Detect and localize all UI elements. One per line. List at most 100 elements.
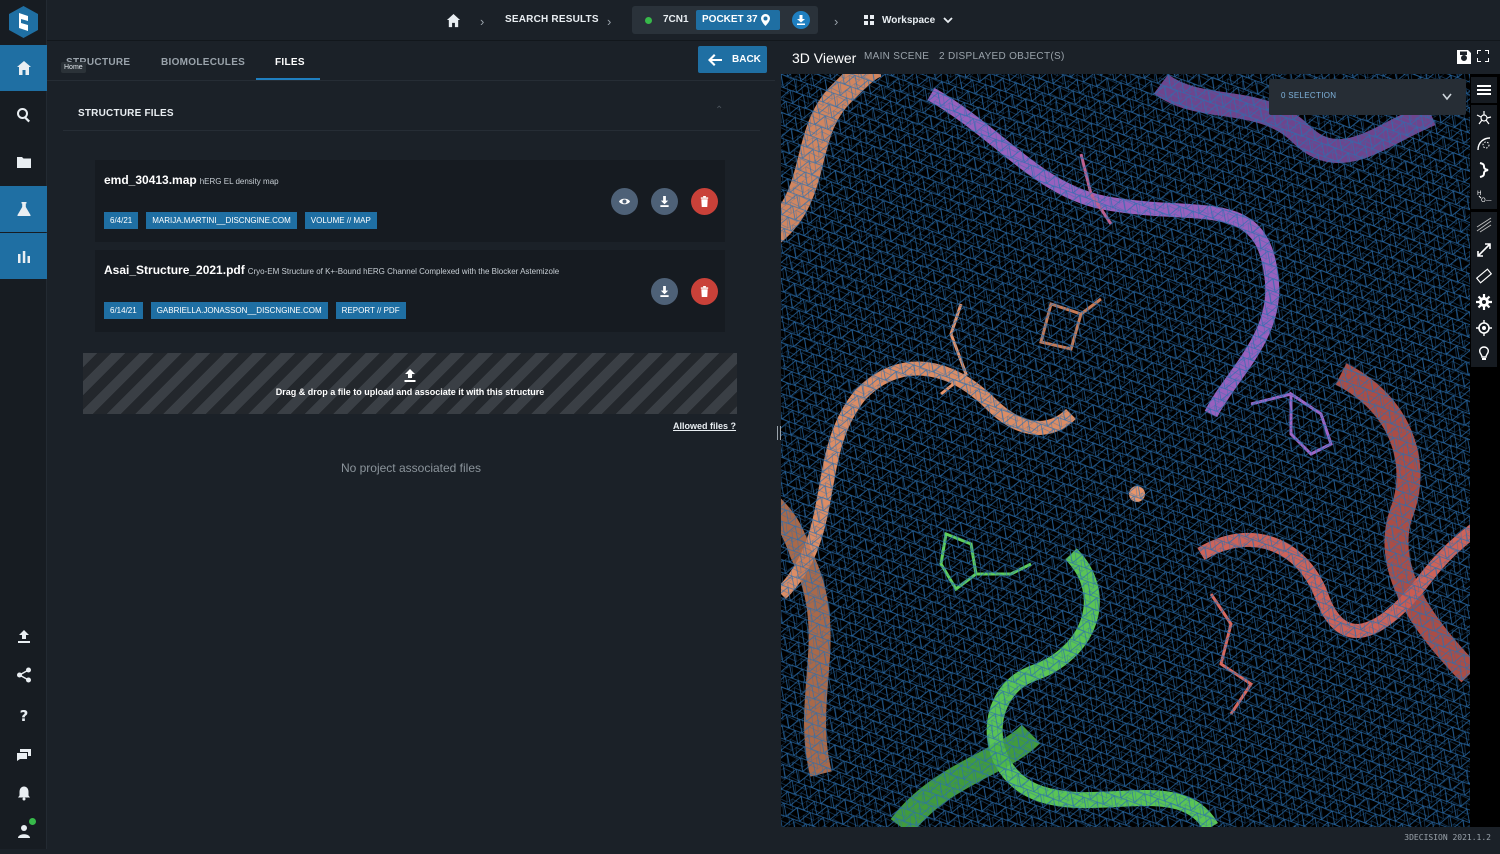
delete-file-button[interactable] xyxy=(691,278,718,305)
empty-state-text: No project associated files xyxy=(340,461,482,475)
chevron-right-icon: › xyxy=(480,14,485,29)
workspace-grid-icon xyxy=(864,15,874,25)
file-card: Asai_Structure_2021.pdf Cryo-EM Structure… xyxy=(95,250,725,332)
sidebar-item-home[interactable] xyxy=(0,45,47,91)
fullscreen-icon[interactable] xyxy=(1477,50,1489,62)
chevron-up-icon[interactable]: ⌃ xyxy=(715,105,723,116)
workspace-selector[interactable]: Workspace xyxy=(882,15,935,26)
molecule-button[interactable] xyxy=(1471,105,1497,131)
center-button[interactable] xyxy=(1471,315,1497,341)
scene-name[interactable]: MAIN SCENE xyxy=(864,51,929,62)
measure-button[interactable] xyxy=(1471,263,1497,289)
status-dot xyxy=(645,17,652,24)
allowed-files-link[interactable]: Allowed files ? xyxy=(673,421,736,431)
surface-button[interactable] xyxy=(1471,131,1497,157)
download-structure-button[interactable] xyxy=(792,11,810,29)
download-icon xyxy=(660,286,669,297)
upload-icon xyxy=(17,630,30,643)
files-panel: STRUCTURE BIOMOLECULES FILES BACK STRUCT… xyxy=(47,41,775,827)
displayed-objects[interactable]: 2 DISPLAYED OBJECT(S) xyxy=(939,51,1065,62)
back-button[interactable]: BACK xyxy=(698,46,767,73)
pocket-label: POCKET 37 xyxy=(702,14,758,25)
sidebar-item-search[interactable] xyxy=(0,92,47,138)
download-file-button[interactable] xyxy=(651,278,678,305)
file-name[interactable]: Asai_Structure_2021.pdf xyxy=(104,263,245,277)
chevron-right-icon: › xyxy=(834,14,839,29)
breadcrumb-search-results[interactable]: SEARCH RESULTS xyxy=(505,14,599,25)
selection-dropdown[interactable]: 0 SELECTION xyxy=(1269,79,1466,115)
arrow-left-icon xyxy=(708,53,722,66)
pocket-button[interactable]: POCKET 37 xyxy=(696,10,780,30)
file-card: emd_30413.map hERG EL density map 6/4/21 … xyxy=(95,160,725,242)
panel-tabs: STRUCTURE BIOMOLECULES FILES BACK xyxy=(47,41,775,81)
search-icon xyxy=(16,108,30,123)
allowed-files-label: Allowed files xyxy=(673,421,729,431)
app-logo-icon[interactable] xyxy=(9,6,38,38)
online-status-dot xyxy=(29,818,36,825)
tab-biomolecules[interactable]: BIOMOLECULES xyxy=(161,57,245,68)
user-tag: GABRIELLA.JONASSON__DISCNGINE.COM xyxy=(150,302,328,319)
breadcrumb-home-icon[interactable] xyxy=(446,13,461,28)
file-name[interactable]: emd_30413.map xyxy=(104,173,197,187)
svg-text:O—H: O—H xyxy=(1481,197,1492,204)
date-tag: 6/4/21 xyxy=(104,212,139,229)
menu-button[interactable] xyxy=(1471,77,1497,103)
dropzone-text: Drag & drop a file to upload and associa… xyxy=(275,387,545,397)
save-icon[interactable] xyxy=(1457,50,1471,64)
chevron-right-icon: › xyxy=(607,14,612,29)
viewer-toolbar: HO—H xyxy=(1470,74,1500,827)
density-mesh xyxy=(781,74,1470,827)
download-icon xyxy=(660,196,669,207)
resize-icon xyxy=(1477,243,1491,257)
lighting-button[interactable] xyxy=(1471,341,1497,367)
settings-button[interactable] xyxy=(1471,289,1497,315)
flask-icon xyxy=(17,202,30,216)
molecule-render xyxy=(781,74,1470,827)
bar-chart-icon xyxy=(17,251,30,263)
viewer-title: 3D Viewer xyxy=(792,50,857,66)
share-icon xyxy=(16,667,31,683)
help-icon: ? xyxy=(19,707,28,723)
resize-button[interactable] xyxy=(1471,237,1497,263)
structure-id[interactable]: 7CN1 xyxy=(663,14,689,25)
ligand-icon: HO—H xyxy=(1477,190,1492,204)
download-file-button[interactable] xyxy=(651,188,678,215)
upload-icon xyxy=(404,369,416,382)
file-title: emd_30413.map hERG EL density map xyxy=(104,173,279,187)
trash-icon xyxy=(700,286,709,297)
molecule-viewport[interactable] xyxy=(781,74,1470,827)
ribbon-icon xyxy=(1479,162,1489,178)
file-description: Cryo-EM Structure of K+-Bound hERG Chann… xyxy=(247,267,560,276)
sidebar-item-projects[interactable] xyxy=(0,139,47,185)
file-dropzone[interactable]: Drag & drop a file to upload and associa… xyxy=(83,353,737,414)
eye-icon xyxy=(619,198,630,205)
file-description: hERG EL density map xyxy=(199,177,279,186)
sidebar: ? xyxy=(0,0,47,849)
sidebar-item-lab[interactable] xyxy=(0,186,47,232)
chevron-down-icon[interactable] xyxy=(943,15,953,25)
file-tags: 6/14/21 GABRIELLA.JONASSON__DISCNGINE.CO… xyxy=(104,302,406,319)
download-icon xyxy=(797,15,805,25)
molecule-icon xyxy=(1476,111,1492,125)
density-button[interactable] xyxy=(1471,212,1497,238)
divider xyxy=(63,130,760,131)
tab-files[interactable]: FILES xyxy=(275,57,305,68)
map-pin-icon xyxy=(761,14,770,26)
chevron-down-icon xyxy=(1442,93,1452,101)
delete-file-button[interactable] xyxy=(691,188,718,215)
date-tag: 6/14/21 xyxy=(104,302,143,319)
selection-label: 0 SELECTION xyxy=(1281,91,1337,100)
home-icon xyxy=(16,61,31,75)
ligand-button[interactable]: HO—H xyxy=(1471,183,1497,209)
user-tag: MARIJA.MARTINI__DISCNGINE.COM xyxy=(146,212,297,229)
status-bar: 3DECISION 2021.1.2 xyxy=(47,827,1500,849)
svg-text:?: ? xyxy=(19,707,28,723)
back-label: BACK xyxy=(732,54,761,65)
sidebar-item-analytics[interactable] xyxy=(0,233,47,279)
target-icon xyxy=(1476,320,1492,336)
view-file-button[interactable] xyxy=(611,188,638,215)
ribbon-button[interactable] xyxy=(1471,157,1497,183)
sidebar-item-user[interactable] xyxy=(0,808,47,854)
file-tags: 6/4/21 MARIJA.MARTINI__DISCNGINE.COM VOL… xyxy=(104,212,377,229)
user-icon xyxy=(17,825,30,838)
